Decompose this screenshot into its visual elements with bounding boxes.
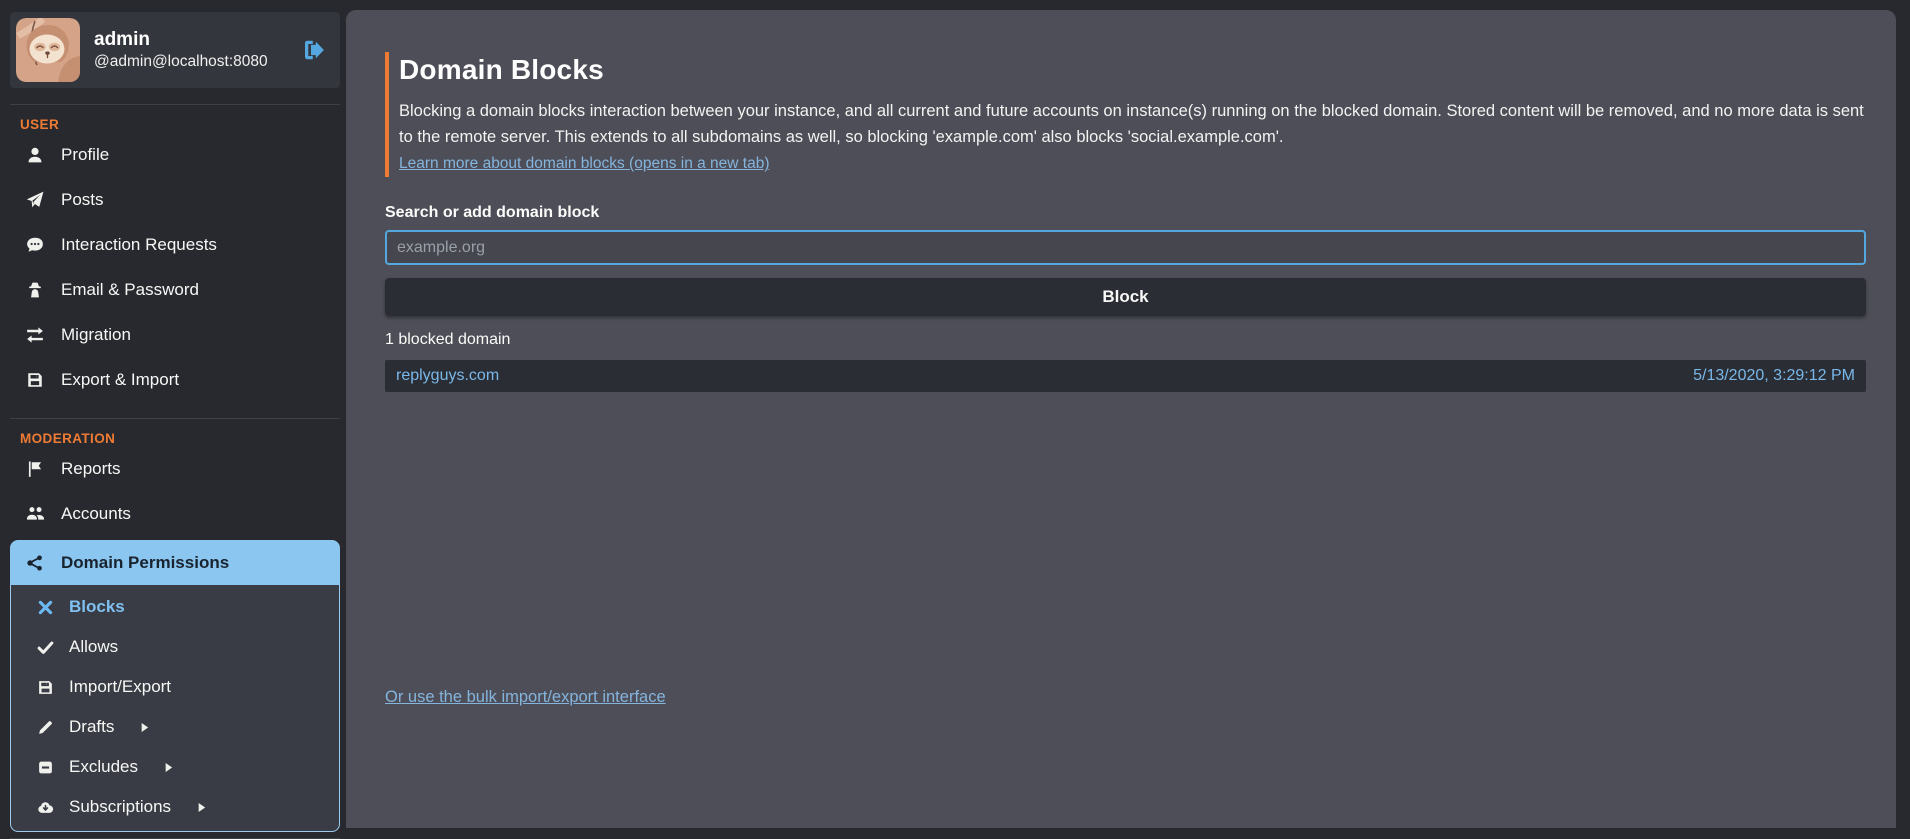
submenu-item-label: Subscriptions bbox=[69, 797, 171, 817]
sidebar-item-label: Export & Import bbox=[61, 370, 179, 390]
user-texts: admin @admin@localhost:8080 bbox=[94, 30, 288, 70]
sidebar-item-label: Profile bbox=[61, 145, 109, 165]
submenu-item-blocks[interactable]: Blocks bbox=[11, 587, 339, 627]
submenu-item-allows[interactable]: Allows bbox=[11, 627, 339, 667]
blocked-domain-timestamp: 5/13/2020, 3:29:12 PM bbox=[1693, 367, 1855, 385]
floppy-disk-icon bbox=[25, 371, 45, 389]
avatar bbox=[16, 18, 80, 82]
search-label: Search or add domain block bbox=[385, 204, 1866, 222]
sidebar-item-accounts[interactable]: Accounts bbox=[10, 491, 340, 536]
sidebar-item-profile[interactable]: Profile bbox=[10, 132, 340, 177]
check-icon bbox=[35, 639, 55, 656]
flag-icon bbox=[25, 460, 45, 478]
submenu-item-label: Allows bbox=[69, 637, 118, 657]
block-button[interactable]: Block bbox=[385, 278, 1866, 316]
sidebar-item-interaction-requests[interactable]: Interaction Requests bbox=[10, 222, 340, 267]
domain-blocks-panel: Domain Blocks Blocking a domain blocks i… bbox=[346, 10, 1896, 828]
sidebar-item-posts[interactable]: Posts bbox=[10, 177, 340, 222]
submenu-item-excludes[interactable]: Excludes bbox=[11, 747, 339, 787]
blocked-domain-row[interactable]: replyguys.com 5/13/2020, 3:29:12 PM bbox=[385, 360, 1866, 392]
blocked-domain-count: 1 blocked domain bbox=[385, 331, 1866, 349]
submenu-item-label: Excludes bbox=[69, 757, 138, 777]
submenu-item-label: Drafts bbox=[69, 717, 114, 737]
sidebar-item-domain-permissions[interactable]: Domain Permissions bbox=[10, 540, 340, 585]
page-description: Blocking a domain blocks interaction bet… bbox=[399, 99, 1866, 150]
user-name: admin bbox=[94, 30, 288, 49]
sidebar-item-label: Domain Permissions bbox=[61, 553, 229, 573]
submenu-item-drafts[interactable]: Drafts bbox=[11, 707, 339, 747]
share-nodes-icon bbox=[25, 554, 45, 572]
sidebar-item-label: Posts bbox=[61, 190, 104, 210]
exchange-arrows-icon bbox=[25, 326, 45, 344]
sidebar-section-moderation: MODERATION Reports Accounts Domain Permi… bbox=[10, 418, 340, 839]
xmark-icon bbox=[35, 599, 55, 616]
sidebar-item-email-password[interactable]: Email & Password bbox=[10, 267, 340, 312]
sign-out-icon[interactable] bbox=[302, 37, 328, 63]
floppy-disk-icon bbox=[35, 679, 55, 696]
page-title: Domain Blocks bbox=[399, 54, 1866, 86]
sidebar-item-label: Accounts bbox=[61, 504, 131, 524]
headline-block: Domain Blocks Blocking a domain blocks i… bbox=[385, 52, 1866, 177]
domain-search-input[interactable] bbox=[385, 230, 1866, 265]
user-secret-icon bbox=[25, 281, 45, 299]
caret-right-icon bbox=[195, 801, 208, 814]
domain-permissions-submenu: Blocks Allows Import/Export Drafts bbox=[10, 585, 340, 832]
sidebar: admin @admin@localhost:8080 USER Profile… bbox=[0, 0, 346, 839]
minus-square-icon bbox=[35, 759, 55, 776]
sidebar-item-reports[interactable]: Reports bbox=[10, 446, 340, 491]
pencil-icon bbox=[35, 719, 55, 736]
sidebar-section-user: USER Profile Posts Interaction Requests … bbox=[10, 104, 340, 402]
caret-right-icon bbox=[138, 721, 151, 734]
paper-plane-icon bbox=[25, 191, 45, 209]
section-label-user: USER bbox=[10, 117, 340, 132]
users-icon bbox=[25, 504, 45, 523]
sidebar-item-migration[interactable]: Migration bbox=[10, 312, 340, 357]
sidebar-item-label: Reports bbox=[61, 459, 121, 479]
user-handle: @admin@localhost:8080 bbox=[94, 54, 288, 70]
submenu-item-subscriptions[interactable]: Subscriptions bbox=[11, 787, 339, 827]
caret-right-icon bbox=[162, 761, 175, 774]
comment-dots-icon bbox=[25, 236, 45, 254]
learn-more-link[interactable]: Learn more about domain blocks (opens in… bbox=[399, 155, 770, 172]
cloud-download-icon bbox=[35, 799, 55, 816]
user-icon bbox=[25, 146, 45, 164]
section-label-moderation: MODERATION bbox=[10, 431, 340, 446]
user-card: admin @admin@localhost:8080 bbox=[10, 12, 340, 88]
blocked-domain-name: replyguys.com bbox=[396, 367, 499, 385]
submenu-item-label: Import/Export bbox=[69, 677, 171, 697]
sidebar-item-label: Migration bbox=[61, 325, 131, 345]
sidebar-item-export-import[interactable]: Export & Import bbox=[10, 357, 340, 402]
submenu-item-import-export[interactable]: Import/Export bbox=[11, 667, 339, 707]
sidebar-item-label: Interaction Requests bbox=[61, 235, 217, 255]
bulk-import-export-link[interactable]: Or use the bulk import/export interface bbox=[385, 688, 666, 707]
submenu-item-label: Blocks bbox=[69, 597, 125, 617]
sidebar-item-label: Email & Password bbox=[61, 280, 199, 300]
